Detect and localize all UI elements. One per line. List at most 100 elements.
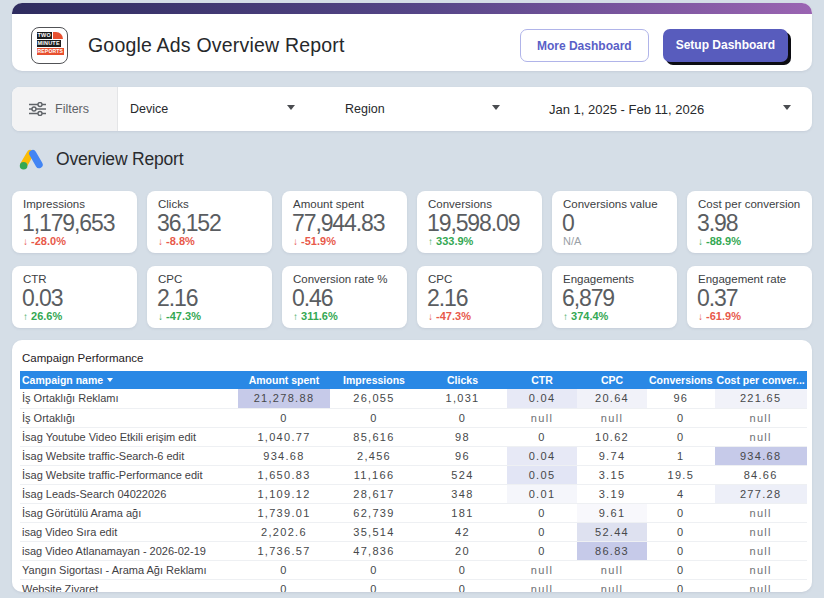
col-header-cpc[interactable]: CPC (577, 371, 647, 389)
kpi-card-amount-spent: Amount spent77,944.83↓ -51.9% (282, 191, 407, 253)
metric-cell: 221.65 (715, 389, 807, 408)
metric-cell: 52.44 (577, 522, 647, 541)
metric-cell: 0 (507, 503, 577, 522)
kpi-value-cpc-2: 2.16 (427, 285, 467, 312)
campaign-name-cell: İsag Website traffic-Performance edit (20, 465, 238, 484)
kpi-value-engagement-rate: 0.37 (697, 285, 737, 312)
kpi-label-cpc: CPC (158, 272, 182, 286)
filters-toggle[interactable]: Filters (12, 87, 118, 131)
metric-cell: 20 (418, 541, 507, 560)
metric-cell: 0 (238, 408, 330, 427)
table-row: Yangın Sigortası - Arama Ağı Reklamı000n… (20, 560, 807, 579)
col-header-ctr[interactable]: CTR (507, 371, 577, 389)
kpi-change-ctr: ↑ 26.6% (23, 310, 62, 323)
page-title: Google Ads Overview Report (88, 34, 345, 57)
metric-cell: 0 (238, 560, 330, 579)
metric-cell: 0 (330, 408, 418, 427)
metric-cell: 96 (647, 389, 715, 408)
logo-line2: MINUTE (37, 40, 61, 47)
logo-line1: TWO (37, 32, 52, 39)
kpi-value-ctr: 0.03 (22, 285, 62, 312)
table-row: İsag Website traffic-Search-6 edit934.68… (20, 446, 807, 465)
metric-cell: null (507, 560, 577, 579)
campaign-table: Campaign nameAmount spentImpressionsClic… (20, 371, 807, 592)
kpi-card-cpc: CPC2.16↓ -47.3% (147, 266, 272, 328)
kpi-value-cpc: 2.16 (157, 285, 197, 312)
date-range-filter[interactable]: Jan 1, 2025 - Feb 11, 2026 (549, 87, 704, 131)
metric-cell: null (715, 560, 807, 579)
kpi-label-conversion-rate: Conversion rate % (293, 272, 388, 286)
col-header-amount-spent[interactable]: Amount spent (238, 371, 330, 389)
google-ads-icon (18, 147, 45, 171)
table-row: İsag Website traffic-Performance edit1,6… (20, 465, 807, 484)
metric-cell: null (577, 408, 647, 427)
metric-cell: 98 (418, 427, 507, 446)
campaign-name-cell: İsag Görütülü Arama ağı (20, 503, 238, 522)
col-header-cost-per-conver[interactable]: Cost per conver... (715, 371, 807, 389)
metric-cell: 2,202.6 (238, 522, 330, 541)
table-row: İş Ortaklığı000nullnull0null (20, 408, 807, 427)
table-title: Campaign Performance (22, 352, 143, 364)
kpi-change-impressions: ↓ -28.0% (23, 235, 66, 248)
kpi-card-conversion-rate: Conversion rate %0.46↑ 311.6% (282, 266, 407, 328)
kpi-label-cost-per-conversion: Cost per conversion (698, 197, 800, 211)
kpi-label-conversions-value: Conversions value (563, 197, 658, 211)
metric-cell: 1,031 (418, 389, 507, 408)
setup-dashboard-button[interactable]: Setup Dashboard (663, 29, 788, 62)
metric-cell: 11,166 (330, 465, 418, 484)
metric-cell: 0.04 (507, 389, 577, 408)
kpi-card-conversions: Conversions19,598.09↑ 333.9% (417, 191, 542, 253)
metric-cell: 277.28 (715, 484, 807, 503)
metric-cell: 26,055 (330, 389, 418, 408)
kpi-card-cpc-2: CPC2.16↓ -47.3% (417, 266, 542, 328)
kpi-label-impressions: Impressions (23, 197, 85, 211)
metric-cell: null (715, 579, 807, 592)
metric-cell: null (715, 408, 807, 427)
region-caret-icon (492, 105, 500, 110)
campaign-name-cell: İsag Website traffic-Search-6 edit (20, 446, 238, 465)
metric-cell: 85,616 (330, 427, 418, 446)
metric-cell: 0.05 (507, 465, 577, 484)
metric-cell: 28,617 (330, 484, 418, 503)
metric-cell: 1 (647, 446, 715, 465)
metric-cell: 0 (507, 541, 577, 560)
kpi-value-cost-per-conversion: 3.98 (697, 210, 737, 237)
metric-cell: 0.01 (507, 484, 577, 503)
metric-cell: 0 (418, 579, 507, 592)
more-dashboard-button[interactable]: More Dashboard (520, 29, 649, 62)
metric-cell: 2,456 (330, 446, 418, 465)
kpi-change-conversion-rate: ↑ 311.6% (293, 310, 338, 323)
region-filter[interactable]: Region (345, 87, 385, 131)
metric-cell: 934.68 (238, 446, 330, 465)
col-header-conversions[interactable]: Conversions (647, 371, 715, 389)
kpi-value-amount-spent: 77,944.83 (292, 210, 384, 237)
kpi-label-engagements: Engagements (563, 272, 634, 286)
metric-cell: 0 (238, 579, 330, 592)
metric-cell: 3.15 (577, 465, 647, 484)
campaign-name-cell: isag Video Atlanamayan - 2026-02-19 (20, 541, 238, 560)
header-card: TWO MINUTE REPORTS Google Ads Overview R… (12, 3, 812, 71)
col-header-campaign-name[interactable]: Campaign name (20, 371, 238, 389)
metric-cell: 0 (418, 560, 507, 579)
campaign-name-cell: isag Video Sıra edit (20, 522, 238, 541)
metric-cell: null (507, 579, 577, 592)
table-row: İsag Leads-Search 040220261,109.1228,617… (20, 484, 807, 503)
metric-cell: 9.74 (577, 446, 647, 465)
kpi-value-conversion-rate: 0.46 (292, 285, 332, 312)
campaign-name-cell: İş Ortaklığı (20, 408, 238, 427)
col-header-clicks[interactable]: Clicks (418, 371, 507, 389)
kpi-label-amount-spent: Amount spent (293, 197, 364, 211)
metric-cell: 0.04 (507, 446, 577, 465)
metric-cell: 0 (647, 503, 715, 522)
device-caret-icon (287, 105, 295, 110)
metric-cell: 1,739.01 (238, 503, 330, 522)
metric-cell: 0 (647, 408, 715, 427)
device-filter[interactable]: Device (130, 87, 168, 131)
metric-cell: 0 (647, 560, 715, 579)
col-header-impressions[interactable]: Impressions (330, 371, 418, 389)
metric-cell: 21,278.88 (238, 389, 330, 408)
table-row: İş Ortaklığı Reklamı21,278.8826,0551,031… (20, 389, 807, 408)
metric-cell: 934.68 (715, 446, 807, 465)
metric-cell: 181 (418, 503, 507, 522)
campaign-name-cell: Yangın Sigortası - Arama Ağı Reklamı (20, 560, 238, 579)
